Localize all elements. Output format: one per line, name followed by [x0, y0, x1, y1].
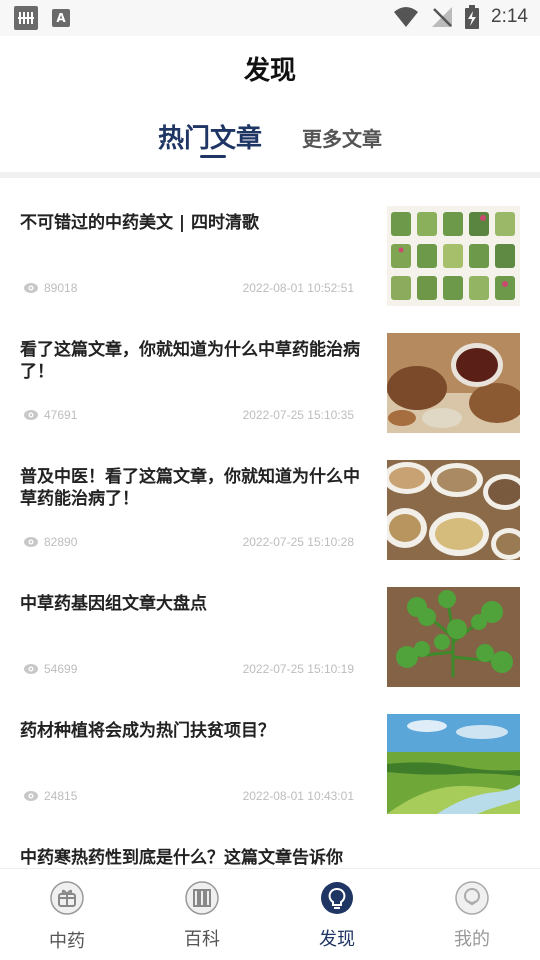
nav-label: 发现 — [319, 929, 355, 950]
article-meta: 82890 2022-07-25 15:10:28 — [24, 535, 354, 551]
nav-item-herbs[interactable]: 中药 — [27, 869, 107, 960]
user-icon — [455, 881, 489, 915]
article-title[interactable]: 不可错过的中药美文 | 四时清歌 — [20, 212, 360, 234]
battery-icon — [465, 5, 480, 29]
books-icon — [185, 881, 219, 915]
eye-icon — [24, 664, 38, 674]
article-title[interactable]: 看了这篇文章，你就知道为什么中草药能治病了！ — [20, 339, 360, 383]
article-item[interactable]: 不可错过的中药美文 | 四时清歌 89018 2022-08-01 10:52:… — [0, 178, 540, 306]
clock: 2:14 — [491, 6, 528, 27]
status-bar: A 2:14 — [0, 0, 540, 36]
article-date: 2022-07-25 15:10:19 — [242, 662, 354, 676]
eye-icon — [24, 537, 38, 547]
view-count: 82890 — [44, 535, 78, 549]
bulb-icon — [320, 881, 354, 915]
signal-app-icon — [14, 6, 38, 30]
nav-item-discover[interactable]: 发现 — [297, 869, 377, 960]
view-count: 54699 — [44, 662, 78, 676]
article-title[interactable]: 普及中医！看了这篇文章，你就知道为什么中草药能治病了！ — [20, 466, 360, 510]
article-date: 2022-08-01 10:43:01 — [242, 789, 354, 803]
article-item[interactable]: 药材种植将会成为热门扶贫项目？ 24815 2022-08-01 10:43:0… — [0, 686, 540, 814]
eye-icon — [24, 410, 38, 420]
tabs: 热门文章 更多文章 — [0, 110, 540, 170]
eye-icon — [24, 283, 38, 293]
a-icon: A — [52, 9, 70, 27]
article-meta: 47691 2022-07-25 15:10:35 — [24, 408, 354, 424]
river-landscape-image[interactable] — [387, 714, 520, 814]
article-item[interactable]: 中草药基因组文章大盘点 54699 2022-07-25 15:10:19 — [0, 559, 540, 687]
article-item[interactable]: 看了这篇文章，你就知道为什么中草药能治病了！ 47691 2022-07-25 … — [0, 305, 540, 433]
article-meta: 24815 2022-08-01 10:43:01 — [24, 789, 354, 805]
spectrum-chart-image[interactable] — [387, 841, 520, 868]
gift-icon — [50, 881, 84, 915]
tab-indicator — [200, 155, 226, 158]
view-count: 47691 — [44, 408, 78, 422]
view-count: 89018 — [44, 281, 78, 295]
wifi-icon — [394, 7, 419, 27]
article-date: 2022-08-01 10:52:51 — [242, 281, 354, 295]
article-title[interactable]: 药材种植将会成为热门扶贫项目？ — [20, 720, 360, 742]
article-title[interactable]: 中药寒热药性到底是什么？这篇文章告诉你 — [20, 847, 360, 868]
herb-chart-image[interactable] — [387, 206, 520, 306]
nav-item-encyclopedia[interactable]: 百科 — [162, 869, 242, 960]
article-date: 2022-07-25 15:10:35 — [242, 408, 354, 422]
herbal-tea-image[interactable] — [387, 333, 520, 433]
nav-label: 百科 — [184, 929, 220, 950]
green-plant-image[interactable] — [387, 587, 520, 687]
no-signal-icon — [432, 7, 453, 27]
bottom-nav: 中药 百科 发现 我的 — [0, 868, 540, 960]
nav-label: 中药 — [49, 931, 85, 952]
article-item[interactable]: 普及中医！看了这篇文章，你就知道为什么中草药能治病了！ 82890 2022-0… — [0, 432, 540, 560]
herb-bowls-image[interactable] — [387, 460, 520, 560]
article-meta: 54699 2022-07-25 15:10:19 — [24, 662, 354, 678]
article-meta: 89018 2022-08-01 10:52:51 — [24, 281, 354, 297]
nav-item-profile[interactable]: 我的 — [432, 869, 512, 960]
view-count: 24815 — [44, 789, 78, 803]
tab-hot-articles[interactable]: 热门文章 — [158, 118, 262, 155]
article-date: 2022-07-25 15:10:28 — [242, 535, 354, 549]
nav-label: 我的 — [454, 929, 490, 950]
page-title: 发现 — [243, 56, 296, 86]
article-title[interactable]: 中草药基因组文章大盘点 — [20, 593, 360, 615]
article-item[interactable]: 中药寒热药性到底是什么？这篇文章告诉你 — [0, 813, 540, 868]
eye-icon — [24, 791, 38, 801]
tab-more-articles[interactable]: 更多文章 — [302, 123, 382, 152]
header: 发现 — [0, 36, 540, 100]
article-list[interactable]: 不可错过的中药美文 | 四时清歌 89018 2022-08-01 10:52:… — [0, 178, 540, 868]
